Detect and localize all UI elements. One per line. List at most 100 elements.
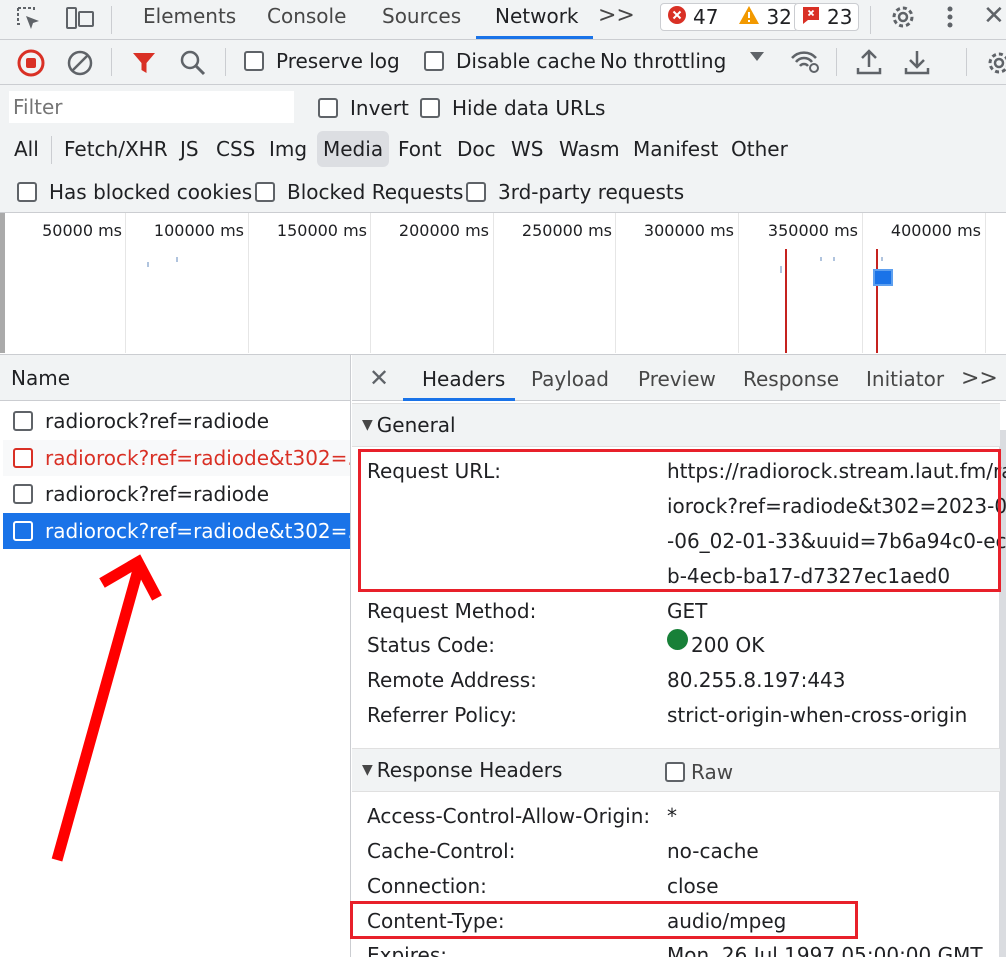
tab-elements[interactable]: Elements	[143, 4, 236, 28]
timeline-tick-label: 100000 ms	[153, 221, 244, 240]
export-har-download-icon[interactable]	[903, 47, 931, 77]
checkbox-box[interactable]	[420, 98, 440, 118]
tab-network[interactable]: Network	[495, 4, 579, 28]
third-party-requests-checkbox[interactable]: 3rd-party requests	[466, 180, 684, 204]
gridline	[125, 213, 126, 353]
raw-checkbox[interactable]: Raw	[665, 760, 733, 784]
type-filter-wasm[interactable]: Wasm	[559, 131, 620, 167]
gridline	[248, 213, 249, 353]
more-tabs-icon[interactable]: >>	[598, 3, 635, 28]
request-type-icon	[13, 484, 33, 504]
has-blocked-cookies-checkbox[interactable]: Has blocked cookies	[17, 180, 252, 204]
timeline-tick-label: 150000 ms	[276, 221, 367, 240]
network-toolbar: Preserve log Disable cache No throttling	[0, 40, 1006, 85]
general-section-title: General	[376, 413, 456, 437]
request-row[interactable]: radiorock?ref=radiode	[3, 403, 350, 439]
type-filter-js[interactable]: JS	[180, 131, 199, 167]
network-settings-gear-icon[interactable]	[984, 48, 1006, 78]
expires-label: Expires:	[367, 943, 447, 957]
request-bar	[833, 257, 835, 261]
type-filter-fetch-xhr[interactable]: Fetch/XHR	[64, 131, 168, 167]
import-har-upload-icon[interactable]	[855, 47, 883, 77]
request-row[interactable]: radiorock?ref=radiode&t302=...	[3, 440, 350, 476]
record-stop-icon[interactable]	[17, 49, 45, 77]
request-row[interactable]: radiorock?ref=radiode	[3, 476, 350, 512]
type-filter-font[interactable]: Font	[398, 131, 442, 167]
status-code-label: Status Code:	[367, 633, 496, 657]
errors-badge[interactable]: 47 32	[660, 3, 799, 31]
network-conditions-icon[interactable]	[789, 46, 821, 76]
divider	[836, 48, 837, 76]
checkbox-box[interactable]	[255, 182, 275, 202]
type-filter-media[interactable]: Media	[317, 131, 390, 167]
response-headers-title: Response Headers	[376, 758, 563, 782]
network-overview-timeline[interactable]: 50000 ms 100000 ms 150000 ms 200000 ms 2…	[0, 213, 1006, 355]
divider	[225, 48, 226, 76]
tab-initiator[interactable]: Initiator	[866, 367, 944, 391]
disable-cache-checkbox[interactable]: Disable cache	[424, 49, 596, 73]
checkbox-box[interactable]	[466, 182, 486, 202]
close-devtools-icon[interactable]: ✕	[983, 1, 1005, 31]
status-success-dot-icon	[667, 629, 688, 650]
cache-control-value: no-cache	[667, 839, 759, 863]
referrer-policy-label: Referrer Policy:	[367, 703, 517, 727]
tab-response[interactable]: Response	[743, 367, 839, 391]
referrer-policy-value: strict-origin-when-cross-origin	[667, 703, 968, 727]
issues-badge[interactable]: 23	[794, 3, 860, 31]
tab-headers[interactable]: Headers	[422, 367, 505, 391]
checkbox-box[interactable]	[17, 182, 37, 202]
throttling-value: No throttling	[600, 49, 727, 73]
settings-gear-icon[interactable]	[888, 2, 918, 32]
tab-payload[interactable]: Payload	[531, 367, 609, 391]
checkbox-box[interactable]	[318, 98, 338, 118]
tab-preview[interactable]: Preview	[638, 367, 716, 391]
request-bar	[881, 257, 883, 261]
type-filter-manifest[interactable]: Manifest	[633, 131, 718, 167]
checkbox-box[interactable]	[424, 51, 444, 71]
kebab-menu-icon[interactable]	[940, 2, 960, 32]
annotation-highlight-box	[350, 901, 858, 939]
tab-console[interactable]: Console	[267, 4, 346, 28]
blocked-requests-checkbox[interactable]: Blocked Requests	[255, 180, 463, 204]
timeline-tick-label: 200000 ms	[398, 221, 489, 240]
request-bar	[780, 266, 782, 273]
timeline-tick-label: 250000 ms	[521, 221, 612, 240]
name-column-header[interactable]: Name	[0, 355, 350, 401]
preserve-log-label: Preserve log	[276, 49, 400, 73]
third-party-requests-label: 3rd-party requests	[498, 180, 685, 204]
hide-data-urls-checkbox[interactable]: Hide data URLs	[420, 96, 605, 120]
disable-cache-label: Disable cache	[456, 49, 596, 73]
type-filter-css[interactable]: CSS	[216, 131, 255, 167]
remote-address-value: 80.255.8.197:443	[667, 668, 846, 692]
collapse-triangle-icon: ▼	[362, 417, 373, 433]
more-detail-tabs-icon[interactable]: >>	[961, 366, 998, 391]
collapse-triangle-icon: ▼	[362, 762, 373, 778]
filter-funnel-icon[interactable]	[131, 50, 157, 76]
type-filter-all[interactable]: All	[14, 131, 39, 167]
has-blocked-cookies-label: Has blocked cookies	[49, 180, 253, 204]
invert-checkbox[interactable]: Invert	[318, 96, 409, 120]
type-filter-other[interactable]: Other	[731, 131, 788, 167]
annotation-highlight-box	[358, 449, 1001, 592]
close-detail-icon[interactable]: ✕	[369, 364, 389, 392]
filter-input[interactable]	[9, 91, 294, 123]
type-filter-ws[interactable]: WS	[511, 131, 543, 167]
search-icon[interactable]	[179, 49, 207, 77]
type-filter-img[interactable]: Img	[269, 131, 307, 167]
inspect-element-icon[interactable]	[14, 4, 44, 34]
dropdown-triangle-icon[interactable]	[749, 51, 765, 63]
preserve-log-checkbox[interactable]: Preserve log	[244, 49, 400, 73]
timeline-tick-label: 50000 ms	[42, 221, 122, 240]
request-bar-selected	[873, 269, 893, 286]
name-header-label: Name	[11, 365, 71, 390]
checkbox-box[interactable]	[244, 51, 264, 71]
request-type-icon	[13, 521, 33, 541]
tab-sources[interactable]: Sources	[382, 4, 461, 28]
clear-icon[interactable]	[66, 49, 94, 77]
device-toolbar-icon[interactable]	[64, 4, 96, 34]
type-filter-doc[interactable]: Doc	[457, 131, 496, 167]
throttling-select[interactable]: No throttling	[600, 49, 726, 73]
overview-left-handle[interactable]	[0, 213, 5, 353]
general-section-header[interactable]: ▼ General	[352, 403, 1000, 447]
checkbox-box[interactable]	[665, 762, 685, 782]
